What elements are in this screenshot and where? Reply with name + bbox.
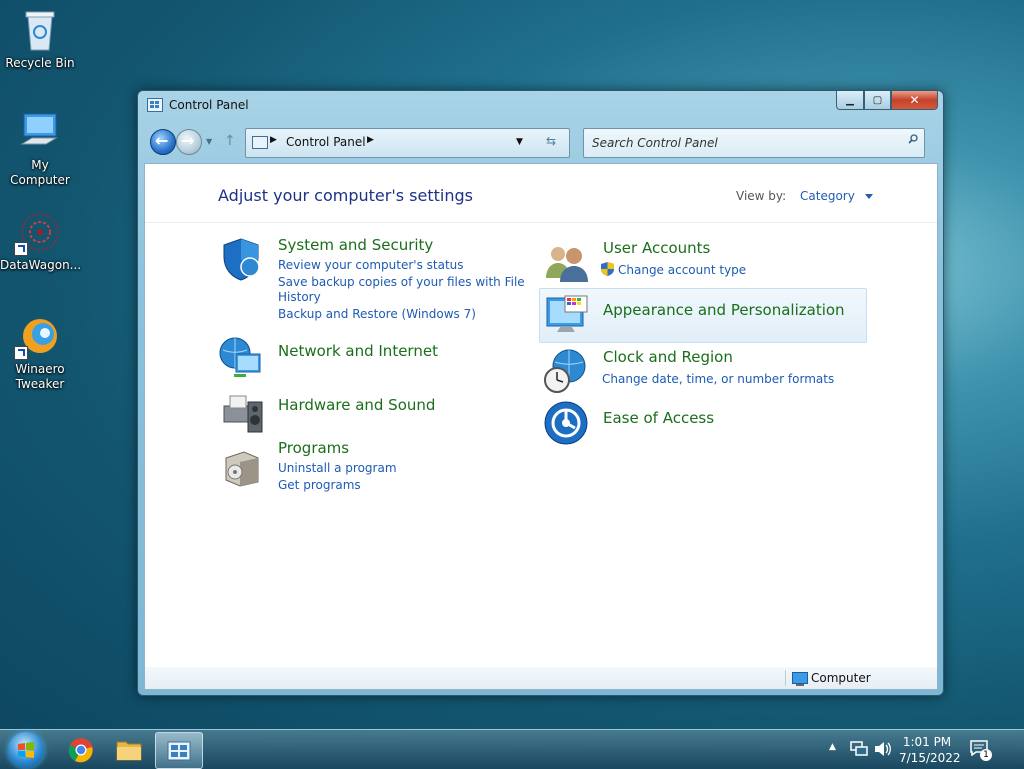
clock-date: 7/15/2022: [899, 751, 961, 765]
desktop-icon-label: DataWagon...: [0, 258, 82, 272]
computer-icon: [792, 672, 808, 686]
shortcut-arrow-icon: [14, 242, 28, 256]
winaero-icon: [14, 314, 62, 360]
link-backup-restore[interactable]: Backup and Restore (Windows 7): [278, 307, 476, 321]
desktop-icon-winaero-tweaker[interactable]: Winaero Tweaker: [0, 314, 80, 392]
control-panel-icon: [252, 136, 268, 149]
clock-globe-icon[interactable]: [543, 348, 589, 394]
window-title: Control Panel: [169, 98, 249, 112]
breadcrumb-chevron-icon[interactable]: ▶: [367, 135, 374, 145]
desktop-icon-datawagon[interactable]: DataWagon...: [0, 210, 82, 273]
recycle-bin-icon: [18, 8, 62, 52]
forward-button[interactable]: [176, 129, 202, 155]
category-title-ease-of-access[interactable]: Ease of Access: [603, 409, 714, 427]
clock-time: 1:01 PM: [902, 735, 952, 749]
control-panel-icon: [147, 98, 163, 112]
link-change-account-type[interactable]: Change account type: [618, 263, 746, 277]
link-uninstall-program[interactable]: Uninstall a program: [278, 461, 397, 475]
status-divider: [785, 670, 786, 686]
volume-icon[interactable]: [874, 741, 892, 757]
show-hidden-icons-arrow-icon[interactable]: ▲: [829, 742, 836, 752]
search-icon[interactable]: [908, 134, 918, 144]
breadcrumb-control-panel[interactable]: Control Panel: [286, 135, 366, 149]
start-button[interactable]: [8, 732, 44, 768]
taskbar: ▲ 1:01 PM 7/15/2022 1: [0, 729, 1024, 769]
content-area: Adjust your computer's settings View by:…: [144, 163, 938, 669]
desktop-icon-recycle-bin[interactable]: Recycle Bin: [0, 8, 80, 71]
shield-icon[interactable]: [218, 236, 264, 282]
shortcut-arrow-icon: [14, 346, 28, 360]
computer-icon: [18, 110, 62, 154]
close-button[interactable]: ✕: [891, 91, 938, 110]
control-panel-icon: [167, 741, 191, 760]
minimize-button[interactable]: ▁: [836, 91, 864, 110]
desktop-icon-label: My Computer: [10, 158, 70, 187]
folder-icon: [116, 741, 142, 760]
history-dropdown-icon[interactable]: ▼: [206, 137, 212, 146]
clock[interactable]: 1:01 PM 7/15/2022: [899, 734, 961, 766]
taskbar-file-explorer[interactable]: [106, 732, 152, 767]
view-by-control: View by: Category: [736, 189, 873, 203]
search-box[interactable]: [583, 128, 925, 158]
breadcrumb-chevron-icon[interactable]: ▶: [270, 135, 277, 145]
category-title-user-accounts[interactable]: User Accounts: [603, 239, 710, 257]
category-title-network-and-internet[interactable]: Network and Internet: [278, 342, 438, 360]
chrome-icon: [68, 737, 93, 762]
link-change-date-formats[interactable]: Change date, time, or number formats: [602, 372, 834, 386]
category-title-appearance[interactable]: Appearance and Personalization: [603, 301, 845, 319]
users-icon[interactable]: [543, 240, 589, 286]
link-file-history-cont[interactable]: History: [278, 290, 321, 304]
page-heading: Adjust your computer's settings: [218, 186, 473, 205]
taskbar-control-panel[interactable]: [155, 732, 203, 769]
category-title-clock-and-region[interactable]: Clock and Region: [603, 348, 733, 366]
category-title-hardware-and-sound[interactable]: Hardware and Sound: [278, 396, 435, 414]
view-by-dropdown[interactable]: Category: [800, 189, 855, 203]
globe-network-icon[interactable]: [218, 334, 264, 380]
view-by-label: View by:: [736, 189, 787, 203]
programs-box-icon[interactable]: [218, 442, 264, 488]
uac-shield-icon: [601, 262, 614, 276]
desktop-icon-label: Recycle Bin: [5, 56, 75, 70]
notification-badge: 1: [980, 749, 992, 761]
ease-of-access-icon[interactable]: [543, 400, 589, 446]
search-input[interactable]: [590, 134, 894, 152]
back-button[interactable]: [150, 129, 176, 155]
address-dropdown-icon[interactable]: ▼: [516, 137, 523, 147]
link-review-status[interactable]: Review your computer's status: [278, 258, 464, 272]
up-arrow-icon[interactable]: ↑: [224, 133, 236, 149]
navigation-bar: ▼ ↑ ▶ Control Panel ▶ ▼ ⇆: [146, 126, 935, 160]
category-title-system-and-security[interactable]: System and Security: [278, 236, 433, 254]
address-bar[interactable]: ▶ Control Panel ▶ ▼ ⇆: [245, 128, 570, 158]
printer-speaker-icon[interactable]: [218, 388, 264, 434]
network-icon[interactable]: [850, 741, 868, 757]
refresh-icon[interactable]: ⇆: [546, 134, 556, 148]
desktop-icon-label: Winaero Tweaker: [15, 362, 65, 391]
maximize-button[interactable]: ▢: [864, 91, 891, 110]
desktop-icon-my-computer[interactable]: My Computer: [0, 110, 80, 188]
windows-logo-icon: [18, 742, 34, 758]
category-title-programs[interactable]: Programs: [278, 439, 349, 457]
link-get-programs[interactable]: Get programs: [278, 478, 361, 492]
status-text: Computer: [811, 671, 871, 685]
action-center-button[interactable]: 1: [970, 740, 992, 761]
link-file-history[interactable]: Save backup copies of your files with Fi…: [278, 275, 525, 289]
status-bar: Computer: [144, 667, 938, 690]
network-graph-icon: [14, 210, 62, 256]
divider: [145, 222, 937, 223]
taskbar-chrome[interactable]: [58, 732, 104, 767]
monitor-palette-icon[interactable]: [543, 292, 589, 338]
dropdown-arrow-icon[interactable]: [864, 194, 873, 199]
control-panel-window: Control Panel ▁ ▢ ✕ ▼ ↑ ▶ Control Panel …: [137, 90, 944, 696]
title-bar[interactable]: Control Panel ▁ ▢ ✕: [138, 91, 943, 119]
